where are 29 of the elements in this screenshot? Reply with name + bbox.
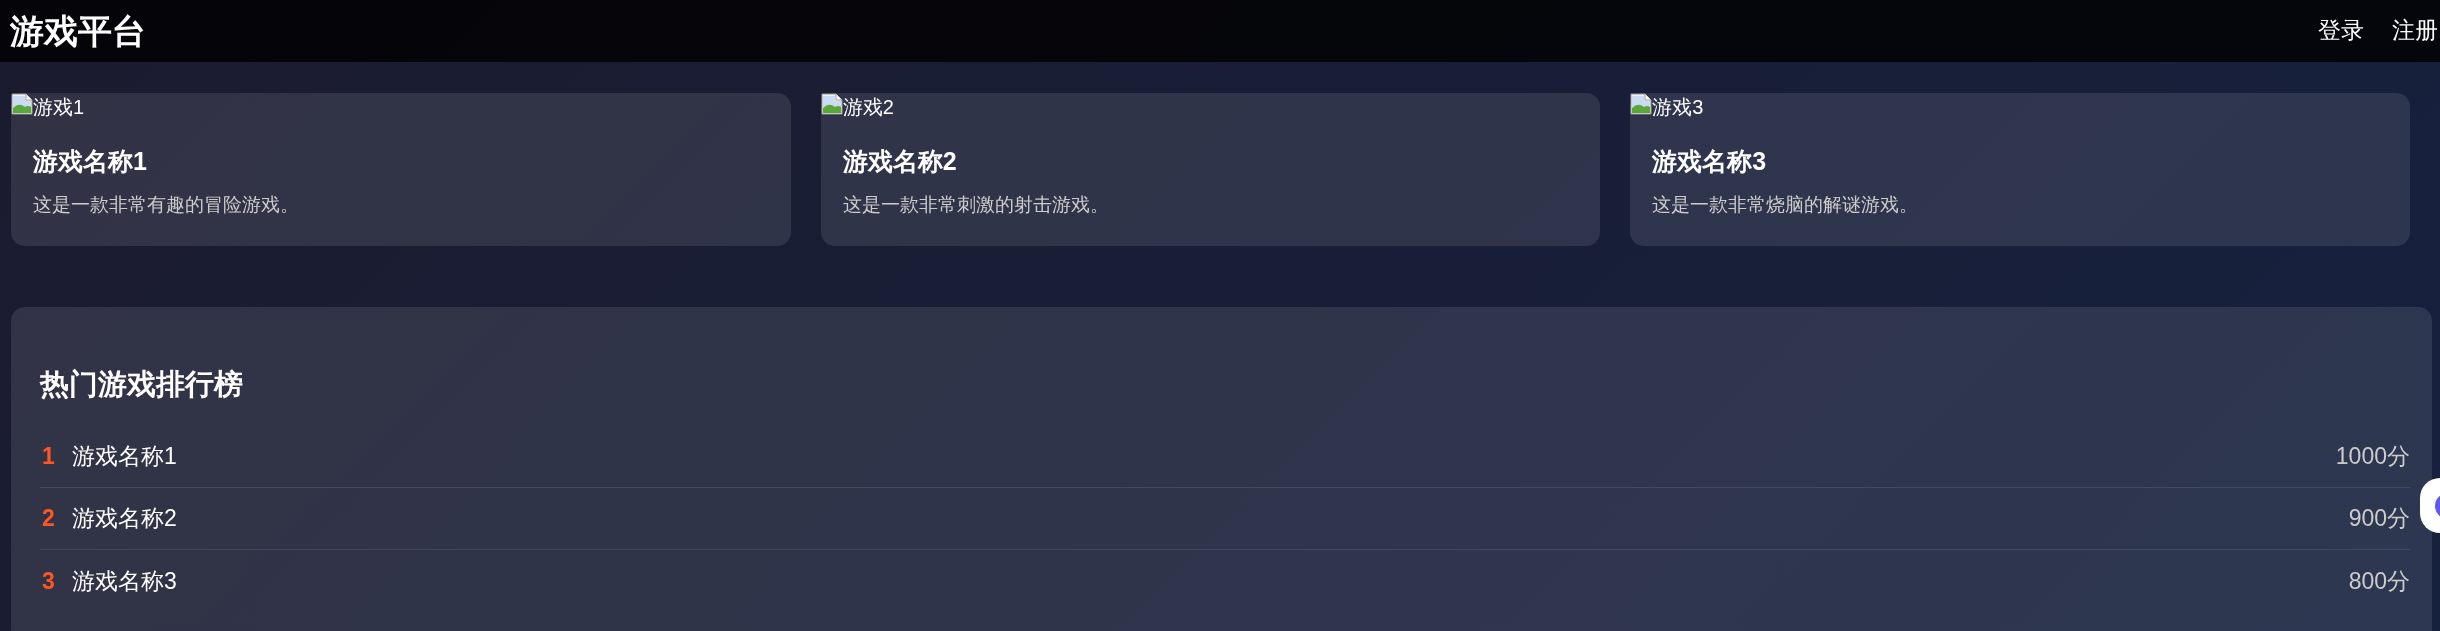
image-alt-text: 游戏1 [33, 95, 85, 120]
game-description: 这是一款非常烧脑的解谜游戏。 [1652, 193, 1920, 217]
rank-number: 2 [42, 505, 56, 532]
rank-number: 1 [42, 443, 56, 470]
score-text: 800分 [2348, 566, 2410, 596]
broken-image-icon [820, 93, 843, 115]
game-card[interactable]: 游戏2 游戏名称2 这是一款非常刺激的射击游戏。 [820, 93, 1601, 246]
broken-image-icon [1630, 93, 1653, 115]
game-name: 游戏名称3 [72, 566, 177, 596]
rank-number: 3 [42, 567, 56, 595]
game-description: 这是一款非常刺激的射击游戏。 [842, 193, 1110, 217]
game-name: 游戏名称2 [72, 504, 177, 533]
game-card[interactable]: 游戏3 游戏名称3 这是一款非常烧脑的解谜游戏。 [1630, 93, 2410, 246]
game-title: 游戏名称1 [33, 146, 148, 177]
ranking-title: 热门游戏排行榜 [40, 367, 244, 402]
score-text: 900分 [2348, 504, 2410, 533]
nav-link[interactable]: 登录 [2318, 16, 2364, 46]
game-title: 游戏名称2 [842, 146, 958, 177]
game-card[interactable]: 游戏1 游戏名称1 这是一款非常有趣的冒险游戏。 [11, 93, 791, 246]
broken-image-icon [11, 93, 33, 115]
game-description: 这是一款非常有趣的冒险游戏。 [33, 193, 300, 217]
site-logo[interactable]: 游戏平台 [10, 10, 146, 52]
image-alt-text: 游戏3 [1652, 95, 1704, 120]
floating-button[interactable] [2420, 478, 2440, 533]
nav-link[interactable]: 注册 [2392, 16, 2438, 46]
image-alt-text: 游戏2 [842, 95, 894, 120]
game-title: 游戏名称3 [1652, 146, 1768, 177]
score-text: 1000分 [2335, 442, 2410, 471]
game-name: 游戏名称1 [72, 442, 177, 471]
